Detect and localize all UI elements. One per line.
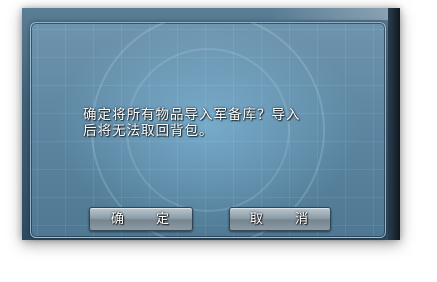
dialog-message-line-1: 确定将所有物品导入军备库？导入	[83, 107, 301, 123]
confirm-button-label: 确 定	[110, 212, 184, 227]
background-hint-bar	[270, 8, 390, 20]
confirm-dialog: 确定将所有物品导入军备库？导入 后将无法取回背包。 确 定 取 消	[30, 22, 386, 238]
confirm-button[interactable]: 确 定	[89, 207, 193, 231]
dialog-message-line-2: 后将无法取回背包。	[83, 123, 214, 139]
cancel-button[interactable]: 取 消	[229, 207, 331, 231]
background-right-edge	[388, 8, 400, 240]
cancel-button-label: 取 消	[249, 212, 323, 227]
dialog-message: 确定将所有物品导入军备库？导入 后将无法取回背包。	[83, 107, 345, 139]
